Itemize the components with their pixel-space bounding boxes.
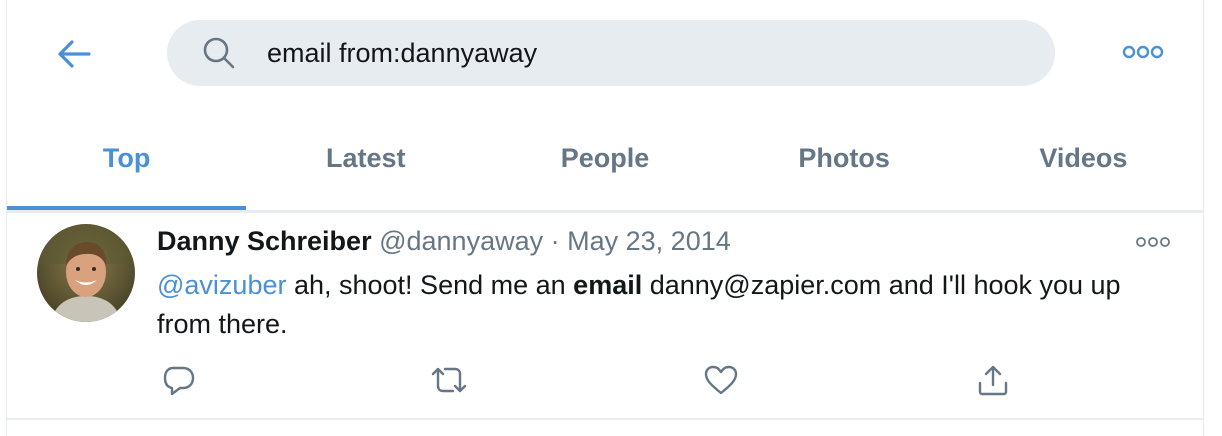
avatar-image — [37, 224, 135, 322]
search-input[interactable] — [267, 32, 1027, 74]
reply-icon — [163, 366, 195, 396]
share-icon — [978, 365, 1008, 396]
highlighted-term: email — [573, 270, 643, 300]
tabs-divider — [7, 210, 1203, 213]
more-horizontal-icon — [1136, 237, 1170, 247]
search-bar[interactable] — [167, 20, 1055, 86]
tweet[interactable]: Danny Schreiber @dannyaway · May 23, 201… — [7, 214, 1203, 420]
tab-photos[interactable]: Photos — [725, 118, 964, 210]
header-separator: · — [550, 226, 560, 256]
tweet-actions — [157, 360, 1057, 400]
more-horizontal-icon — [1122, 45, 1164, 59]
tweet-date[interactable]: May 23, 2014 — [567, 226, 731, 256]
tweet-header: Danny Schreiber @dannyaway · May 23, 201… — [157, 226, 731, 257]
author-name[interactable]: Danny Schreiber — [157, 226, 372, 256]
heart-icon — [704, 365, 738, 395]
back-button[interactable] — [53, 34, 95, 74]
retweet-icon — [431, 367, 467, 393]
share-button[interactable] — [973, 360, 1013, 400]
search-icon — [203, 37, 235, 69]
author-handle[interactable]: @dannyaway — [379, 226, 543, 256]
avatar[interactable] — [37, 224, 135, 322]
mention-link[interactable]: @avizuber — [157, 270, 286, 300]
reply-button[interactable] — [159, 360, 199, 400]
tab-people[interactable]: People — [485, 118, 724, 210]
tab-latest[interactable]: Latest — [246, 118, 485, 210]
tweet-divider — [7, 418, 1203, 420]
tweet-more-button[interactable] — [1135, 234, 1171, 250]
search-tabs: Top Latest People Photos Videos — [7, 118, 1203, 210]
retweet-button[interactable] — [429, 360, 469, 400]
tab-top[interactable]: Top — [7, 118, 247, 210]
tweet-text-part: ah, shoot! Send me an — [286, 270, 574, 300]
like-button[interactable] — [701, 360, 741, 400]
timeline-column: Top Latest People Photos Videos — [6, 0, 1204, 436]
tab-videos[interactable]: Videos — [964, 118, 1203, 210]
tweet-text: @avizuber ah, shoot! Send me an email da… — [157, 266, 1167, 344]
more-options-button[interactable] — [1121, 42, 1165, 62]
arrow-left-icon — [58, 40, 91, 68]
